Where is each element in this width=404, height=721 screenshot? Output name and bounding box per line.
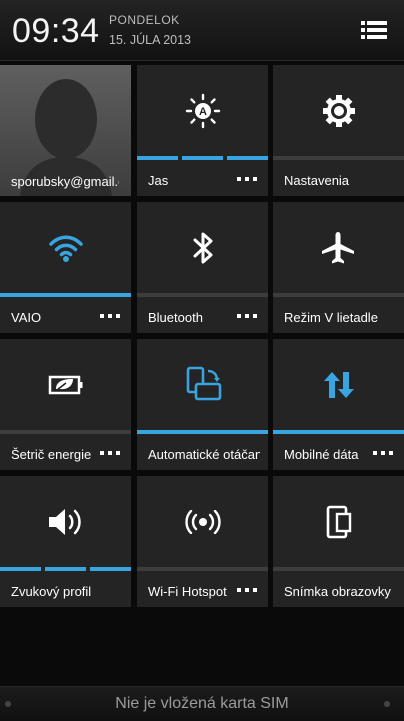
- separator-bar: [137, 293, 268, 297]
- tile-label: Mobilné dáta: [284, 447, 359, 462]
- separator-bar: [0, 430, 131, 434]
- tile-label: Zvukový profil: [11, 584, 92, 599]
- more-options-icon[interactable]: [100, 451, 120, 457]
- tile-label: Nastavenia: [284, 173, 350, 188]
- tile-label: Bluetooth: [148, 310, 203, 325]
- mobile-data-icon: [319, 365, 359, 405]
- more-options-icon[interactable]: [237, 177, 257, 183]
- separator-bar: [273, 567, 404, 571]
- volume-icon: [46, 502, 86, 542]
- tile-label: Automatické otáčanie: [148, 447, 260, 462]
- volume-level-1: [0, 567, 41, 571]
- day-name: PONDELOK: [109, 13, 180, 27]
- bluetooth-icon: [183, 228, 223, 268]
- tile-label: Jas: [148, 173, 169, 188]
- status-header: 09:34 PONDELOK 15. JÚLA 2013: [0, 0, 404, 61]
- separator-bar: [137, 567, 268, 571]
- tile-airplane[interactable]: Režim V lietadle: [273, 202, 404, 333]
- indicator-dot-right: [384, 701, 390, 707]
- quick-settings-grid: sporubsky@gmail.com A Jas: [0, 65, 404, 611]
- battery-saver-icon: [46, 365, 86, 405]
- tile-label: sporubsky@gmail.com: [11, 174, 119, 189]
- hotspot-icon: [183, 502, 223, 542]
- list-menu-icon[interactable]: [361, 20, 387, 40]
- screenshot-icon: [319, 502, 359, 542]
- tile-auto-rotate[interactable]: Automatické otáčanie: [137, 339, 268, 470]
- tile-settings[interactable]: Nastavenia: [273, 65, 404, 196]
- tile-brightness[interactable]: A Jas: [137, 65, 268, 196]
- more-options-icon[interactable]: [373, 451, 393, 457]
- more-options-icon[interactable]: [237, 314, 257, 320]
- airplane-icon: [319, 228, 359, 268]
- sim-status-bar: Nie je vložená karta SIM: [0, 686, 404, 721]
- clock: 09:34: [12, 12, 100, 50]
- separator-bar: [273, 156, 404, 160]
- tile-wifi-hotspot[interactable]: Wi-Fi Hotspot: [137, 476, 268, 607]
- volume-level-3: [90, 567, 131, 571]
- svg-text:A: A: [199, 106, 207, 118]
- more-options-icon[interactable]: [237, 588, 257, 594]
- tile-label: VAIO: [11, 310, 42, 325]
- tile-sound-profile[interactable]: Zvukový profil: [0, 476, 131, 607]
- mobile-data-on-bar: [273, 430, 404, 434]
- brightness-auto-icon: A: [183, 91, 223, 131]
- tile-power-saver[interactable]: Šetrič energie: [0, 339, 131, 470]
- tile-bluetooth[interactable]: Bluetooth: [137, 202, 268, 333]
- tile-label: Režim V lietadle: [284, 310, 378, 325]
- separator-bar: [273, 293, 404, 297]
- volume-level-2: [45, 567, 86, 571]
- auto-rotate-icon: [183, 365, 223, 405]
- wifi-icon: [46, 228, 86, 268]
- brightness-level-1: [137, 156, 178, 160]
- tile-screenshot[interactable]: Snímka obrazovky: [273, 476, 404, 607]
- brightness-level-2: [182, 156, 223, 160]
- tile-account[interactable]: sporubsky@gmail.com: [0, 65, 131, 196]
- date: 15. JÚLA 2013: [109, 33, 192, 47]
- more-options-icon[interactable]: [100, 314, 120, 320]
- tile-label: Snímka obrazovky: [284, 584, 391, 599]
- tile-mobile-data[interactable]: Mobilné dáta: [273, 339, 404, 470]
- auto-rotate-on-bar: [137, 430, 268, 434]
- tile-wifi[interactable]: VAIO: [0, 202, 131, 333]
- tile-label: Wi-Fi Hotspot: [148, 584, 227, 599]
- gear-icon: [319, 91, 359, 131]
- wifi-on-bar: [0, 293, 131, 297]
- tile-label: Šetrič energie: [11, 447, 92, 462]
- brightness-level-3: [227, 156, 268, 160]
- sim-status-text: Nie je vložená karta SIM: [115, 695, 289, 712]
